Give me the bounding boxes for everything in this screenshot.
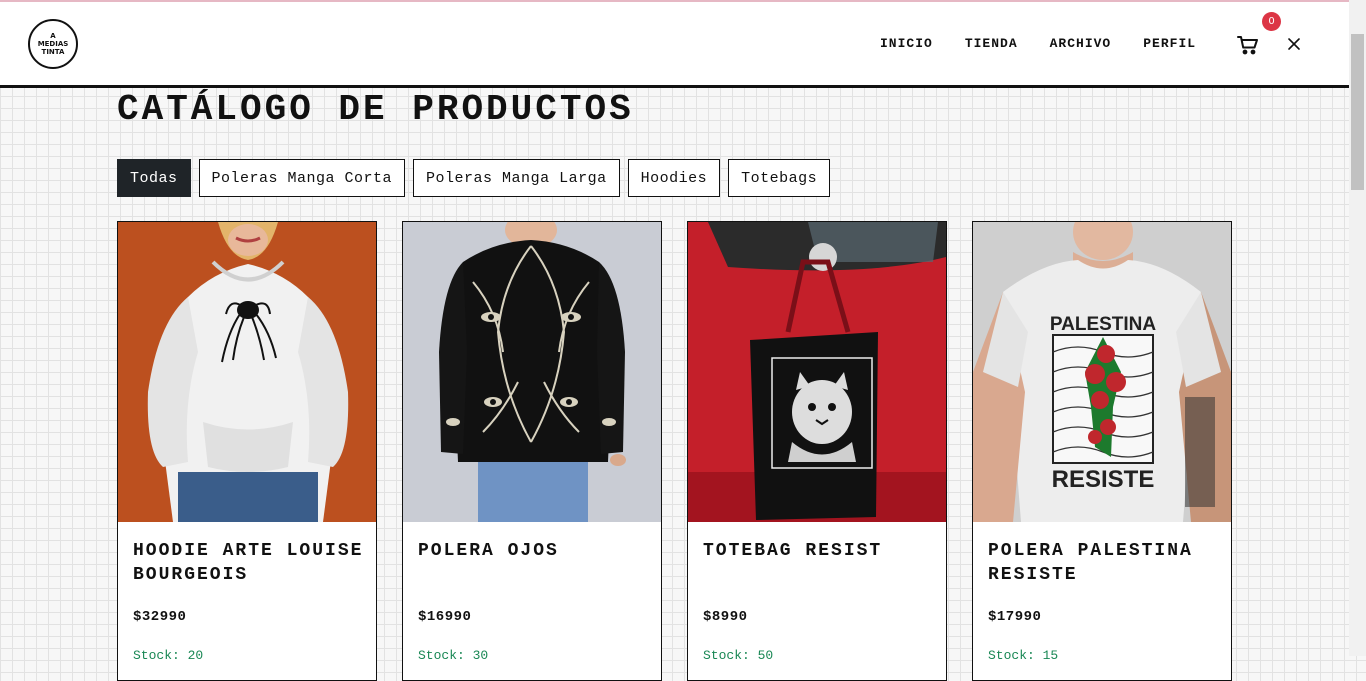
- filter-poleras-manga-corta[interactable]: Poleras Manga Corta: [198, 159, 406, 197]
- product-card[interactable]: HOODIE ARTE LOUISE BOURGEOIS $32990 Stoc…: [117, 221, 377, 681]
- logo-line: TINTA: [41, 48, 65, 56]
- filter-poleras-manga-larga[interactable]: Poleras Manga Larga: [413, 159, 620, 197]
- product-name[interactable]: POLERA PALESTINA RESISTE: [988, 539, 1223, 587]
- close-icon[interactable]: [1287, 37, 1301, 51]
- product-image-longsleeve[interactable]: [403, 222, 661, 522]
- category-filters: Todas Poleras Manga Corta Poleras Manga …: [117, 159, 838, 197]
- product-card[interactable]: POLERA OJOS $16990 Stock: 30: [402, 221, 662, 681]
- page-title: CATÁLOGO DE PRODUCTOS: [117, 89, 634, 130]
- logo-line: MEDIAS: [37, 40, 69, 48]
- product-image-hoodie[interactable]: [118, 222, 376, 522]
- product-name[interactable]: TOTEBAG RESIST: [703, 539, 938, 563]
- product-image-tshirt[interactable]: PALESTINA RESISTE: [973, 222, 1231, 522]
- nav-tienda[interactable]: TIENDA: [965, 36, 1018, 51]
- product-price: $17990: [988, 609, 1042, 625]
- scrollbar-thumb[interactable]: [1351, 34, 1364, 190]
- product-card[interactable]: PALESTINA RESISTE POLERA PALESTINA RESIS…: [972, 221, 1232, 681]
- product-image-totebag[interactable]: [688, 222, 946, 522]
- brand-logo[interactable]: A MEDIAS TINTA: [28, 19, 78, 69]
- product-name[interactable]: POLERA OJOS: [418, 539, 653, 563]
- product-name[interactable]: HOODIE ARTE LOUISE BOURGEOIS: [133, 539, 368, 587]
- product-price: $8990: [703, 609, 748, 625]
- main-nav: INICIO TIENDA ARCHIVO PERFIL: [880, 36, 1228, 51]
- product-card[interactable]: TOTEBAG RESIST $8990 Stock: 50: [687, 221, 947, 681]
- page-scrollbar[interactable]: [1349, 0, 1366, 656]
- nav-archivo[interactable]: ARCHIVO: [1050, 36, 1112, 51]
- filter-todas[interactable]: Todas: [117, 159, 191, 197]
- filter-hoodies[interactable]: Hoodies: [627, 159, 721, 197]
- product-price: $16990: [418, 609, 472, 625]
- nav-inicio[interactable]: INICIO: [880, 36, 933, 51]
- tshirt-print-bottom: RESISTE: [1052, 466, 1155, 493]
- navbar: A MEDIAS TINTA INICIO TIENDA ARCHIVO PER…: [0, 2, 1349, 88]
- tshirt-print-top: PALESTINA: [1050, 314, 1157, 335]
- cart-icon[interactable]: [1236, 33, 1260, 57]
- logo-line: A: [50, 32, 56, 40]
- filter-totebags[interactable]: Totebags: [728, 159, 831, 197]
- cart-count-badge: 0: [1262, 12, 1281, 31]
- nav-perfil[interactable]: PERFIL: [1143, 36, 1196, 51]
- product-price: $32990: [133, 609, 187, 625]
